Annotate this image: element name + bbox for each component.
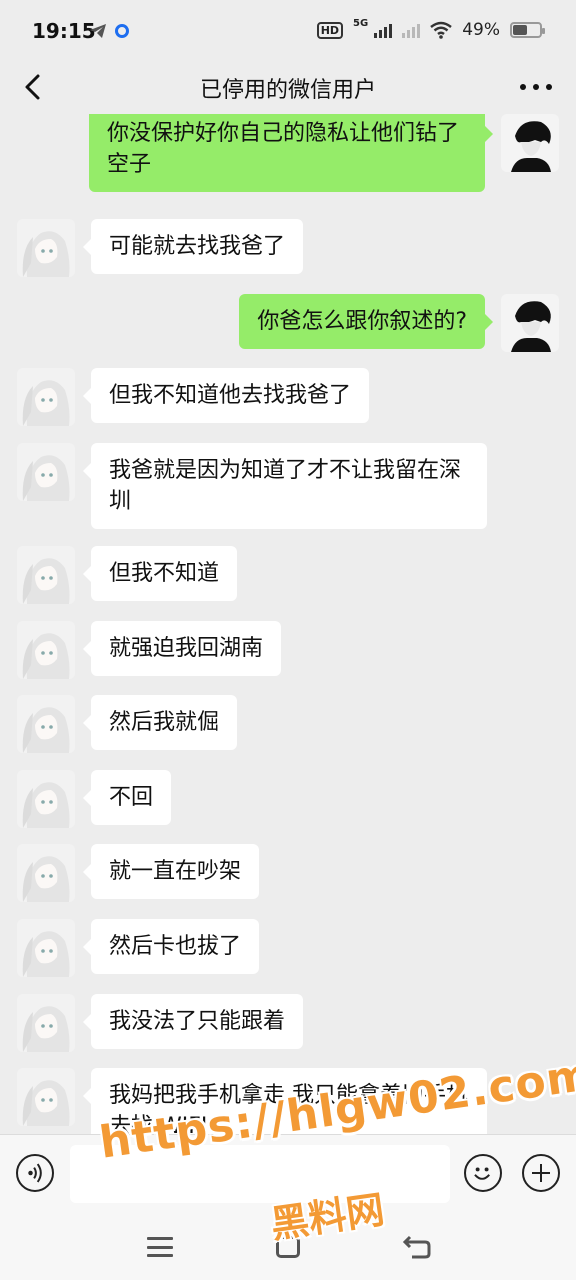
message-bubble[interactable]: 就一直在吵架 (82, 844, 260, 899)
message-bubble[interactable]: 我没法了只能跟着 (82, 994, 304, 1049)
message-bubble[interactable]: 不回 (82, 770, 172, 825)
message-bubble[interactable]: 然后卡也拔了 (82, 919, 260, 974)
received-message: 我爸就是因为知道了才不让我留在深圳 (0, 443, 576, 529)
chat-title: 已停用的微信用户 (199, 78, 376, 103)
status-bar: 19:15 HD 5G 49% (0, 0, 576, 60)
message-bubble[interactable]: 我爸就是因为知道了才不让我留在深圳 (83, 443, 487, 529)
wifi-icon (430, 21, 452, 39)
received-message: 然后我就倔 (0, 695, 576, 753)
status-time: 19:15 (32, 19, 96, 43)
my-avatar[interactable] (501, 294, 559, 352)
received-message: 但我不知道 (0, 546, 576, 604)
status-indicators: HD 5G 49% (316, 17, 545, 40)
received-message: 不回 (0, 770, 576, 828)
signal-icon (374, 22, 393, 38)
battery-icon (510, 22, 545, 38)
contact-avatar[interactable] (17, 621, 75, 679)
my-avatar[interactable] (501, 114, 559, 172)
contact-avatar[interactable] (17, 695, 75, 753)
message-bubble[interactable]: 但我不知道他去找我爸了 (82, 368, 370, 423)
signal-2-icon (402, 22, 421, 38)
sent-message: 你爸怎么跟你叙述的? (0, 294, 576, 352)
received-message: 但我不知道他去找我爸了 (0, 368, 576, 426)
received-message: 然后卡也拔了 (0, 919, 576, 977)
title-bar: 已停用的微信用户 (0, 60, 576, 114)
message-bubble[interactable]: 就强迫我回湖南 (82, 621, 282, 676)
contact-avatar[interactable] (17, 443, 75, 501)
received-message: 就强迫我回湖南 (0, 621, 576, 679)
telegram-icon (90, 24, 106, 38)
more-dots-icon[interactable] (520, 72, 552, 102)
plus-icon[interactable] (522, 1154, 560, 1192)
sent-message: 你没保护好你自己的隐私让他们钻了空子 (0, 114, 576, 194)
message-bubble[interactable]: 可能就去找我爸了 (82, 219, 304, 274)
network-type: 5G (353, 17, 369, 29)
message-bubble[interactable]: 然后我就倔 (82, 695, 238, 750)
emoji-icon[interactable] (464, 1154, 502, 1192)
received-message: 就一直在吵架 (0, 844, 576, 902)
chat-message-list[interactable]: 你没保护好你自己的隐私让他们钻了空子 可能就去找我爸了 你爸怎么跟你叙述的? 但… (0, 114, 576, 1134)
received-message: 我没法了只能跟着 (0, 994, 576, 1052)
back-icon[interactable] (402, 1234, 432, 1260)
contact-avatar[interactable] (17, 994, 75, 1052)
received-message: 可能就去找我爸了 (0, 219, 576, 277)
battery-level (513, 25, 527, 35)
message-bubble[interactable]: 你爸怎么跟你叙述的? (239, 294, 493, 349)
contact-avatar[interactable] (17, 1068, 75, 1126)
contact-avatar[interactable] (17, 844, 75, 902)
menu-icon[interactable] (147, 1237, 173, 1257)
voice-icon[interactable] (16, 1154, 54, 1192)
contact-avatar[interactable] (17, 546, 75, 604)
contact-avatar[interactable] (17, 770, 75, 828)
message-bubble[interactable]: 你没保护好你自己的隐私让他们钻了空子 (89, 114, 493, 192)
app-dot-icon (115, 24, 129, 38)
contact-avatar[interactable] (17, 219, 75, 277)
hd-icon: HD (316, 21, 344, 39)
contact-avatar[interactable] (17, 368, 75, 426)
contact-avatar[interactable] (17, 919, 75, 977)
battery-percent: 49% (462, 20, 500, 40)
message-bubble[interactable]: 但我不知道 (82, 546, 238, 601)
